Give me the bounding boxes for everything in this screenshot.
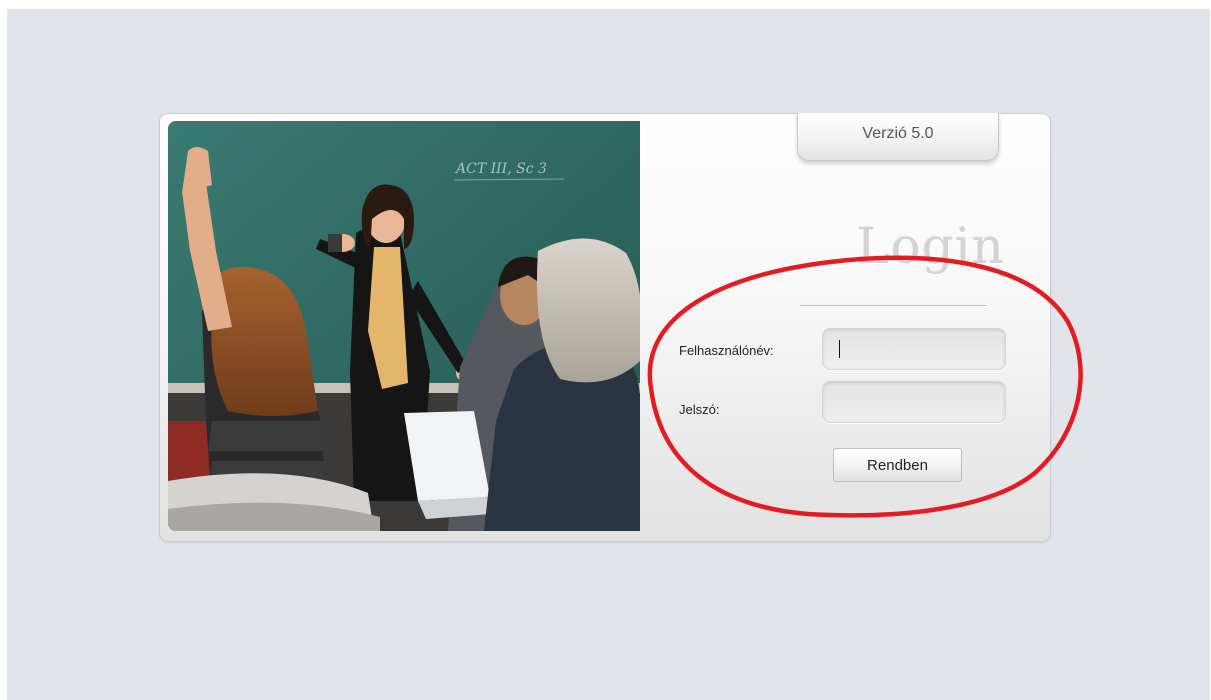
text-cursor xyxy=(839,340,840,358)
login-title: Login xyxy=(856,217,1005,275)
chalk-writing: ACT III, Sc 3 xyxy=(454,161,547,177)
title-divider xyxy=(800,305,986,307)
password-field[interactable] xyxy=(822,381,1006,423)
password-label: Jelszó: xyxy=(679,402,720,417)
username-field[interactable] xyxy=(822,328,1006,370)
version-tab: Verzió 5.0 xyxy=(797,113,999,161)
submit-button[interactable]: Rendben xyxy=(833,448,962,482)
login-panel: ACT III, Sc 3 Verzió 5.0 Login Felhaszná… xyxy=(159,113,1051,542)
classroom-photo: ACT III, Sc 3 xyxy=(168,121,640,531)
username-label: Felhasználónév: xyxy=(679,343,774,358)
